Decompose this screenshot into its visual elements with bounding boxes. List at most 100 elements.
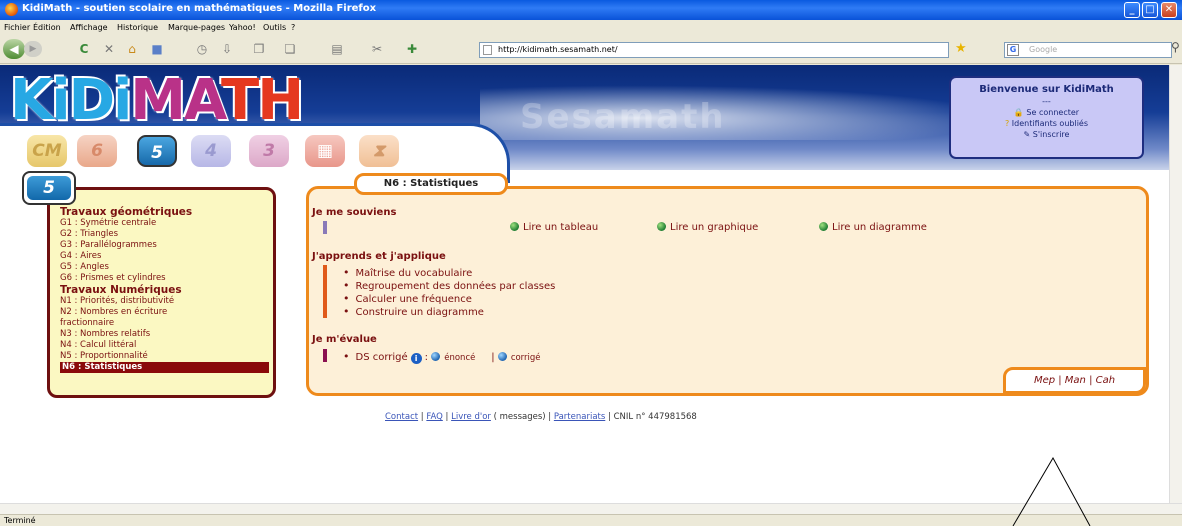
section-title-geometrie: Travaux géométriques (60, 206, 193, 218)
copy-icon[interactable]: ❐ (252, 42, 266, 56)
menu-item-g6[interactable]: G6 : Prismes et cylindres (60, 273, 273, 284)
menu-item-n3[interactable]: N3 : Nombres relatifs (60, 329, 273, 340)
window-title: KidiMath - soutien scolaire en mathémati… (22, 3, 377, 14)
ds-corrige-row: DS corrigéi: énoncé | corrigé (343, 350, 541, 364)
level-6[interactable]: 6 (77, 135, 117, 167)
stop-icon[interactable]: ✕ (102, 42, 116, 56)
level-3[interactable]: 3 (249, 135, 289, 167)
help-icon: ? (1004, 119, 1010, 128)
forgot-label: Identifiants oubliés (1011, 119, 1089, 128)
globe-icon (497, 352, 507, 361)
menu-item-n1[interactable]: N1 : Priorités, distributivité (60, 296, 273, 307)
firefox-logo-icon (5, 3, 18, 16)
level-5[interactable]: 5 (137, 135, 177, 167)
sesamath-watermark: Sesamath (520, 97, 726, 137)
menu-item-g3[interactable]: G3 : Parallélogrammes (60, 240, 273, 251)
level-hourglass-icon[interactable]: ⧗ (359, 135, 399, 167)
close-button[interactable]: ✕ (1161, 2, 1177, 18)
menu-affichage[interactable]: Affichage (70, 23, 108, 32)
navigation-toolbar: ◀ ▶ C ✕ ⌂ ■ ◷ ⇩ ❐ ❏ ▤ ✂ ✚ http://kidimat… (0, 34, 1182, 64)
link-lire-graphique-label: Lire un graphique (670, 222, 759, 233)
menu-item-n5[interactable]: N5 : Proportionnalité (60, 351, 273, 362)
search-icon[interactable]: ⚲ (1171, 40, 1180, 54)
cut-icon[interactable]: ✂ (370, 42, 384, 56)
menu-help[interactable]: ? (291, 23, 295, 32)
section-title-numerique: Travaux Numériques (60, 284, 182, 296)
menu-outils[interactable]: Outils (263, 23, 286, 32)
chapter-title-tab: N6 : Statistiques (354, 173, 508, 195)
globe-icon (657, 222, 666, 231)
login-link[interactable]: 🔒 Se connecter (951, 108, 1142, 117)
ds-separator: | (491, 352, 495, 363)
register-label: S'inscrire (1032, 130, 1070, 139)
mep-man-cah-links[interactable]: Mep | Man | Cah (1003, 367, 1146, 394)
forward-button[interactable]: ▶ (24, 41, 42, 57)
item-frequence[interactable]: Calculer une fréquence (343, 292, 472, 305)
status-bar: Terminé (0, 514, 1182, 526)
evalue-bar (323, 349, 327, 362)
footer-sep: | (608, 412, 611, 422)
menu-item-n4[interactable]: N4 : Calcul littéral (60, 340, 273, 351)
menu-item-n6[interactable]: N6 : Statistiques (60, 362, 269, 373)
paste-icon[interactable]: ❏ (283, 42, 297, 56)
back-button[interactable]: ◀ (3, 39, 25, 59)
star-icon[interactable]: ★ (955, 41, 967, 56)
link-lire-diagramme[interactable]: Lire un diagramme (819, 222, 927, 233)
forgot-link[interactable]: ? Identifiants oubliés (951, 119, 1142, 128)
footer-sep: | (445, 412, 449, 422)
register-link[interactable]: ✎ S'inscrire (951, 130, 1142, 139)
download-icon[interactable]: ⇩ (220, 42, 234, 56)
enonce-link[interactable]: énoncé (431, 352, 475, 363)
menu-fichier[interactable]: Fichier (4, 23, 30, 32)
link-lire-tableau[interactable]: Lire un tableau (510, 222, 598, 233)
footer-livre-or[interactable]: Livre d'or (451, 412, 491, 422)
url-bar[interactable]: http://kidimath.sesamath.net/ (479, 42, 949, 58)
menu-item-g1[interactable]: G1 : Symétrie centrale (60, 218, 273, 229)
new-tab-icon[interactable]: ✚ (405, 42, 419, 56)
menu-item-n2-cont[interactable]: fractionnaire (60, 318, 273, 329)
footer-cnil: CNIL n° 447981568 (613, 412, 697, 422)
maximize-button[interactable]: □ (1142, 2, 1158, 18)
corrige-link[interactable]: corrigé (497, 352, 541, 363)
menu-item-g4[interactable]: G4 : Aires (60, 251, 273, 262)
footer-partenariats[interactable]: Partenariats (554, 412, 605, 422)
footer-contact[interactable]: Contact (385, 412, 418, 422)
menu-item-n2[interactable]: N2 : Nombres en écriture (60, 307, 273, 318)
item-diagramme[interactable]: Construire un diagramme (343, 305, 484, 318)
menu-historique[interactable]: Historique (117, 23, 158, 32)
menu-item-g2[interactable]: G2 : Triangles (60, 229, 273, 240)
item-regroupement[interactable]: Regroupement des données par classes (343, 279, 556, 292)
page-viewport: Sesamath KiDiMATH CM 6 5 4 3 ▦ ⧗ Bienven… (0, 65, 1169, 503)
menu-item-g5[interactable]: G5 : Angles (60, 262, 273, 273)
print-icon[interactable]: ▤ (330, 42, 344, 56)
home-icon[interactable]: ⌂ (125, 42, 139, 56)
search-input[interactable]: G Google (1004, 42, 1172, 58)
globe-icon (431, 352, 441, 361)
apprends-heading: J'apprends et j'applique (312, 251, 446, 262)
footer-sep: | (420, 412, 424, 422)
menu-marque-pages[interactable]: Marque-pages (168, 23, 225, 32)
level-brevet-icon[interactable]: ▦ (305, 135, 345, 167)
corrige-label: corrigé (510, 353, 541, 363)
menu-edition[interactable]: Édition (33, 23, 61, 32)
browser-window: KidiMath - soutien scolaire en mathémati… (0, 0, 1182, 526)
info-icon[interactable]: i (410, 353, 422, 364)
menu-bar: Fichier Édition Affichage Historique Mar… (0, 20, 1182, 34)
title-bar: KidiMath - soutien scolaire en mathémati… (0, 0, 1182, 20)
minimize-button[interactable]: _ (1124, 2, 1140, 18)
link-lire-diagramme-label: Lire un diagramme (832, 222, 927, 233)
level-cm[interactable]: CM (27, 135, 67, 167)
item-vocabulaire[interactable]: Maîtrise du vocabulaire (343, 266, 473, 279)
vertical-scrollbar[interactable] (1169, 65, 1182, 503)
footer-faq[interactable]: FAQ (426, 412, 442, 422)
history-icon[interactable]: ◷ (195, 42, 209, 56)
link-lire-tableau-label: Lire un tableau (523, 222, 599, 233)
horizontal-scrollbar[interactable] (0, 503, 1182, 514)
reload-icon[interactable]: C (77, 42, 91, 56)
evalue-heading: Je m'évalue (312, 334, 377, 345)
link-lire-graphique[interactable]: Lire un graphique (657, 222, 758, 233)
menu-yahoo[interactable]: Yahoo! (229, 23, 256, 32)
level-4[interactable]: 4 (191, 135, 231, 167)
page-icon (483, 45, 492, 55)
bookmark-icon[interactable]: ■ (150, 42, 164, 56)
